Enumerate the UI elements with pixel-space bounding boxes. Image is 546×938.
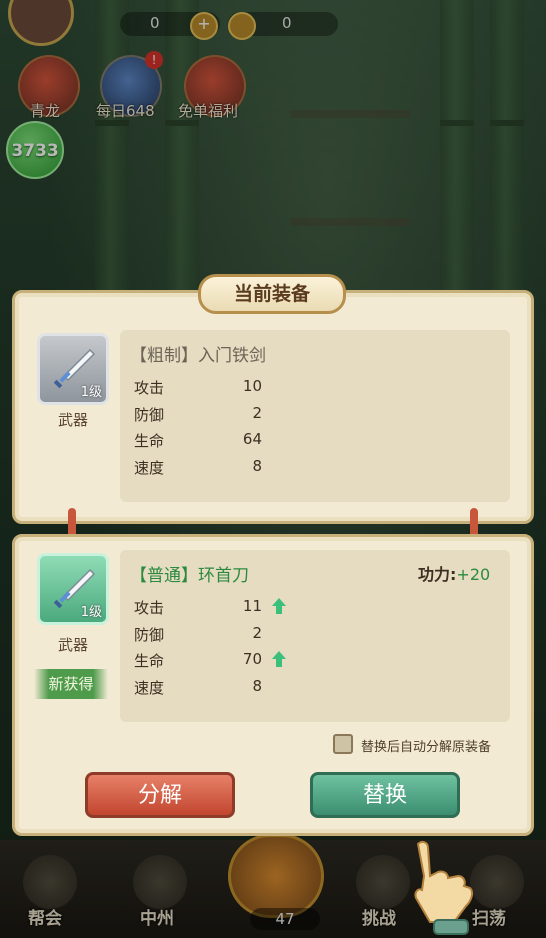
stat-label: 生命 [134,432,165,450]
auto-decompose-checkbox[interactable] [333,734,353,754]
power-change-label: 功力: [418,565,457,584]
stat-value: 8 [252,457,262,475]
stat-label: 生命 [134,652,165,670]
stat-value: 2 [252,404,262,422]
stat-up-arrow-icon [272,598,286,614]
current-weapon-slot[interactable]: 1级 [37,333,109,405]
stat-value: 2 [252,624,262,642]
dialog-title-plate: 当前装备 [198,274,346,314]
weapon-level: 1级 [80,605,102,620]
tutorial-hand-icon [414,840,474,935]
stat-value: 64 [242,430,262,448]
stat-value: 8 [252,677,262,695]
stat-label: 防御 [134,626,165,644]
weapon-level: 1级 [80,385,102,400]
dialog-title: 当前装备 [233,283,310,305]
replace-button[interactable]: 替换 [310,772,460,818]
stat-label: 攻击 [134,379,165,397]
stat-value: 11 [242,597,262,615]
new-weapon-slot[interactable]: 1级 [37,553,109,625]
stat-label: 防御 [134,406,165,424]
decompose-button[interactable]: 分解 [85,772,235,818]
current-equipment-name: 【粗制】入门铁剑 [130,346,266,366]
auto-decompose-label: 替换后自动分解原装备 [361,740,492,755]
stat-up-arrow-icon [272,651,286,667]
new-obtained-tag: 新获得 [34,669,108,699]
stat-value: 10 [242,377,262,395]
stat-label: 攻击 [134,599,165,617]
new-equipment-name: 【普通】环首刀 [130,566,249,586]
power-change-value: +20 [456,565,491,584]
power-change: 功力:+20 [418,561,490,585]
stat-label: 速度 [134,459,165,477]
stat-value: 70 [242,650,262,668]
slot-type-label: 武器 [57,636,88,654]
slot-type-label: 武器 [57,411,88,429]
stat-label: 速度 [134,679,165,697]
